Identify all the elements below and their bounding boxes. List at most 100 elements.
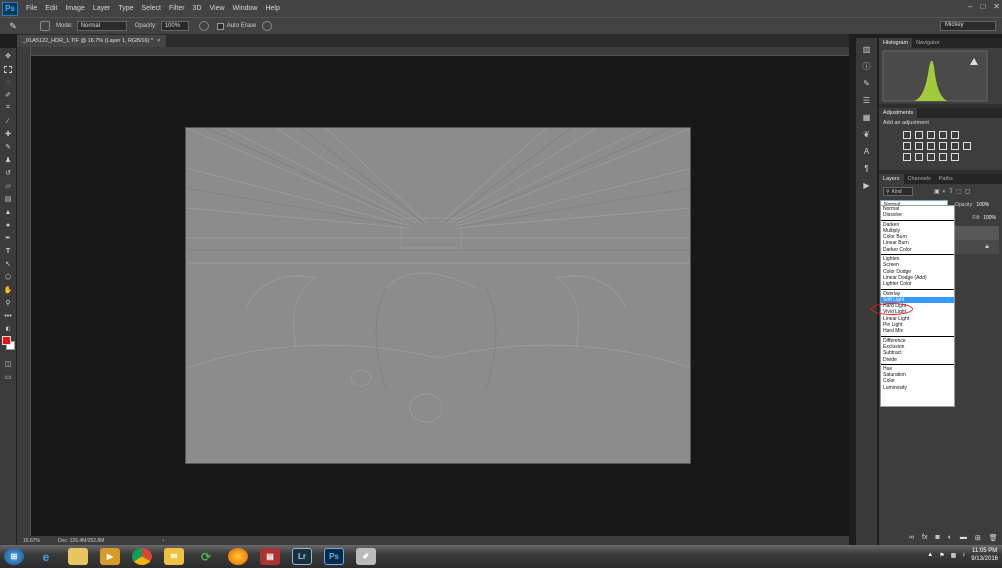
paragraph-panel-icon[interactable]: ¶ <box>861 163 873 174</box>
document-image[interactable] <box>185 127 691 464</box>
eraser-tool-icon[interactable]: ▱ <box>2 181 14 191</box>
layer-kind-filter[interactable]: ⚲ Kind <box>883 187 913 196</box>
photo-filter-icon[interactable] <box>939 142 947 150</box>
lightroom-icon[interactable]: Lr <box>292 548 312 565</box>
show-hidden-icons-icon[interactable]: ▲ <box>927 552 933 558</box>
type-filter-icon[interactable]: T <box>949 189 953 195</box>
zoom-level[interactable]: 16.67% <box>23 538 40 544</box>
opacity-input[interactable]: 100% <box>160 21 189 31</box>
history-brush-tool-icon[interactable]: ↺ <box>2 168 14 178</box>
levels-icon[interactable] <box>915 131 923 139</box>
type-tool-icon[interactable]: T <box>2 246 14 256</box>
smart-object-filter-icon[interactable]: ▢ <box>965 188 971 195</box>
blend-mode-option[interactable]: Dissolve <box>881 212 954 218</box>
brightness-icon[interactable] <box>903 131 911 139</box>
menu-layer[interactable]: Layer <box>93 5 111 12</box>
blur-tool-icon[interactable]: ▲ <box>2 207 14 217</box>
healing-brush-tool-icon[interactable]: ✚ <box>2 129 14 139</box>
brushes-panel-icon[interactable]: ❦ <box>861 129 873 140</box>
pen-tool-icon[interactable]: ✒ <box>2 233 14 243</box>
info-panel-icon[interactable]: ⓘ <box>861 61 873 72</box>
internet-explorer-icon[interactable]: e <box>36 548 56 565</box>
add-mask-icon[interactable]: ◙ <box>935 534 939 542</box>
blend-mode-option[interactable]: Hard Mix <box>881 328 954 334</box>
taskbar-clock[interactable]: 11:05 PM 9/13/2016 <box>971 547 998 563</box>
quick-select-tool-icon[interactable]: ✐ <box>2 90 14 100</box>
delete-layer-icon[interactable]: 🗑︎ <box>989 534 998 542</box>
menu-help[interactable]: Help <box>265 5 279 12</box>
volume-icon[interactable]: ♪ <box>962 552 965 558</box>
menu-file[interactable]: File <box>26 5 37 12</box>
layer-row-layer1[interactable] <box>955 226 999 240</box>
selective-color-icon[interactable] <box>951 153 959 161</box>
file-explorer-icon[interactable] <box>68 548 88 565</box>
layer-style-icon[interactable]: fx <box>922 534 927 542</box>
flag-icon[interactable]: ⚑ <box>939 552 944 559</box>
swatches-panel-icon[interactable]: ▦ <box>861 112 873 123</box>
maximize-icon[interactable]: □ <box>980 2 985 11</box>
paint-app-icon[interactable]: ✐ <box>356 548 376 565</box>
threshold-icon[interactable] <box>927 153 935 161</box>
tab-histogram[interactable]: Histogram <box>879 38 913 48</box>
refresh-app-icon[interactable]: ⟳ <box>196 548 216 565</box>
foreground-color-swatch[interactable] <box>2 336 11 345</box>
pressure-size-icon[interactable] <box>262 21 273 31</box>
pencil-tool-icon[interactable]: ✎ <box>8 21 18 31</box>
photoshop-taskbar-icon[interactable]: Ps <box>324 548 344 565</box>
tab-close-icon[interactable]: × <box>157 38 160 44</box>
more-tools-icon[interactable]: ••• <box>2 311 14 321</box>
invert-icon[interactable] <box>903 153 911 161</box>
fill-input[interactable]: 100% <box>983 215 996 221</box>
brush-preset-icon[interactable] <box>40 21 50 31</box>
vibrance-icon[interactable] <box>951 131 959 139</box>
tab-navigator[interactable]: Navigator <box>912 38 944 48</box>
menu-image[interactable]: Image <box>65 5 84 12</box>
exposure-icon[interactable] <box>939 131 947 139</box>
brush-tool-icon[interactable]: ✎ <box>2 142 14 152</box>
actions-panel-icon[interactable]: ▶ <box>861 180 873 191</box>
marquee-tool-icon[interactable] <box>2 64 14 74</box>
eyedropper-tool-icon[interactable]: ⁄ <box>2 116 14 126</box>
blend-mode-option[interactable]: Divide <box>881 357 954 363</box>
menu-edit[interactable]: Edit <box>45 5 57 12</box>
clone-stamp-tool-icon[interactable]: ♟ <box>2 155 14 165</box>
shape-tool-icon[interactable]: ⬠ <box>2 272 14 282</box>
history-panel-icon[interactable]: ▥ <box>861 44 873 55</box>
workspace-select[interactable]: Mickey <box>940 21 996 31</box>
chrome-icon[interactable] <box>132 548 152 565</box>
menu-view[interactable]: View <box>210 5 225 12</box>
shape-filter-icon[interactable]: ⬚ <box>956 188 962 195</box>
tab-channels[interactable]: Channels <box>904 174 935 184</box>
auto-erase-checkbox[interactable] <box>216 22 224 30</box>
network-icon[interactable]: ▦ <box>951 552 957 559</box>
posterize-icon[interactable] <box>915 153 923 161</box>
status-menu-arrow-icon[interactable]: › <box>162 538 164 544</box>
close-icon[interactable]: ✕ <box>993 2 1000 11</box>
move-tool-icon[interactable]: ✥ <box>2 51 14 61</box>
menu-type[interactable]: Type <box>118 5 133 12</box>
layer-opacity-input[interactable]: 100% <box>976 202 989 208</box>
pixel-filter-icon[interactable]: ▣ <box>934 188 940 195</box>
blend-mode-option[interactable]: Darker Color <box>881 247 954 253</box>
adjustment-filter-icon[interactable]: ◐ <box>943 189 947 195</box>
lasso-tool-icon[interactable]: ◌ <box>2 77 14 87</box>
link-layers-icon[interactable]: ∞ <box>909 534 914 542</box>
menu-filter[interactable]: Filter <box>169 5 185 12</box>
mode-select[interactable]: Normal <box>76 21 127 31</box>
tab-paths[interactable]: Paths <box>935 174 957 184</box>
brush-panel-icon[interactable]: ✎ <box>861 78 873 89</box>
blend-mode-option[interactable]: Luminosity <box>881 385 954 391</box>
outlook-icon[interactable]: ✉ <box>164 548 184 565</box>
new-group-icon[interactable]: ▬ <box>960 534 967 542</box>
gradient-map-icon[interactable] <box>939 153 947 161</box>
hue-saturation-icon[interactable] <box>903 142 911 150</box>
firefox-icon[interactable] <box>228 548 248 565</box>
menu-3d[interactable]: 3D <box>193 5 202 12</box>
layer-row-background[interactable]: 🔒︎ <box>955 240 999 254</box>
crop-tool-icon[interactable]: ⌗ <box>2 103 14 113</box>
document-tab[interactable]: _01A5122_HDR_1.TIF @ 16.7% (Layer 1, RGB… <box>17 35 167 47</box>
character-panel-icon[interactable]: A <box>861 146 873 157</box>
hand-tool-icon[interactable]: ✋ <box>2 285 14 295</box>
tab-layers[interactable]: Layers <box>879 174 904 184</box>
archive-app-icon[interactable]: ▤ <box>260 548 280 565</box>
